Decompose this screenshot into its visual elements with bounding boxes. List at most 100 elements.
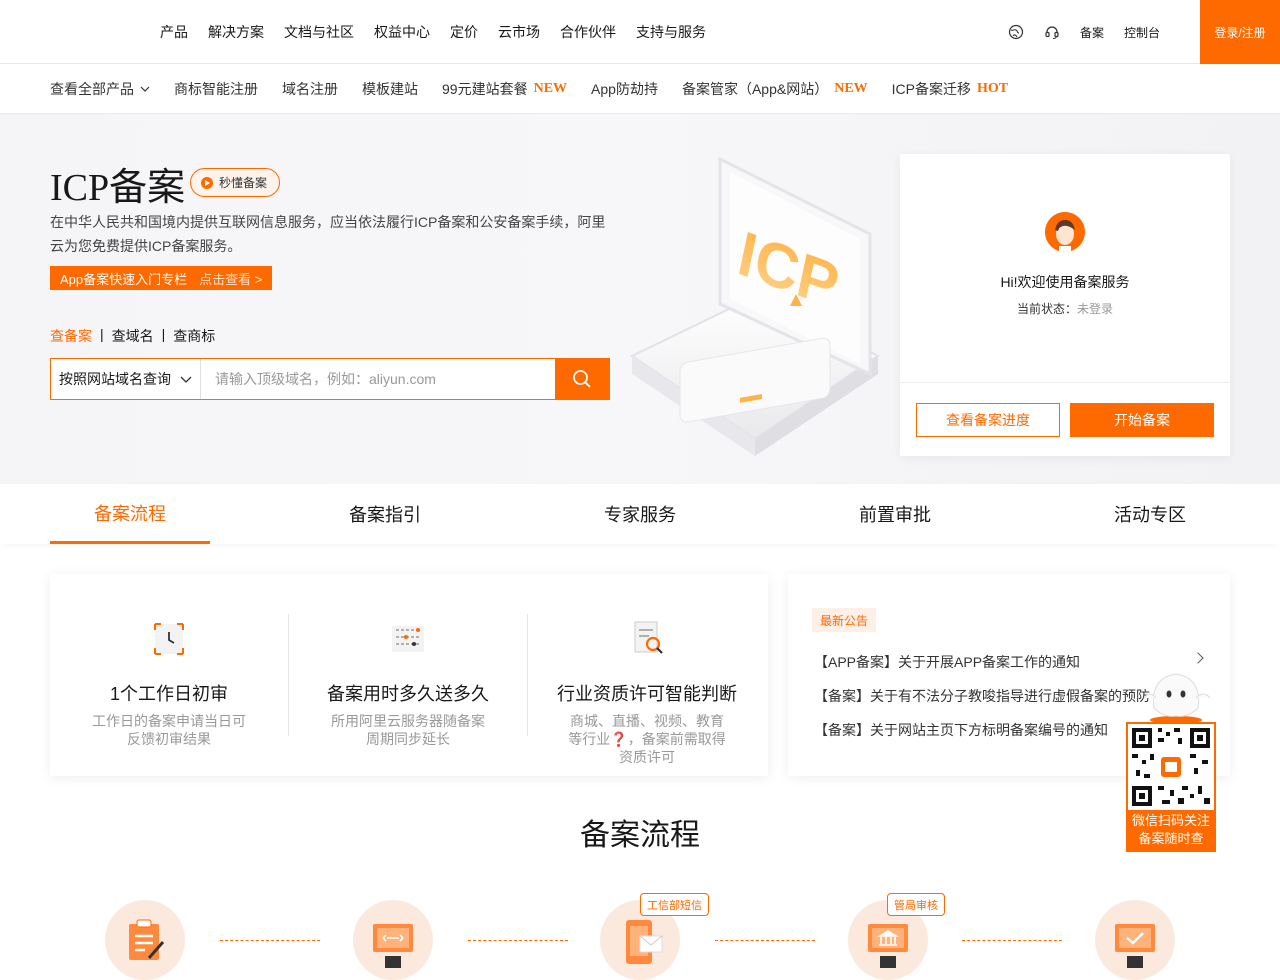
chevron-right-icon[interactable] <box>1192 652 1204 664</box>
subnav-app-antihijack[interactable]: App防劫持 <box>591 79 658 99</box>
notice-item[interactable]: 【备案】关于网站主页下方标明备案编号的通知 <box>814 720 1108 740</box>
step-icon <box>1095 900 1175 980</box>
main-menu: 产品 解决方案 文档与社区 权益中心 定价 云市场 合作伙伴 支持与服务 <box>160 0 726 64</box>
feature-desc: 所用阿里云服务器随备案周期同步延长 <box>331 713 485 747</box>
tab-process[interactable]: 备案流程 <box>50 484 210 544</box>
mascot-icon <box>1143 673 1211 724</box>
subnav-label: 备案管家（App&网站） <box>681 80 829 97</box>
app-filing-promo-link[interactable]: App备案快速入门专栏 点击查看 > <box>50 266 273 290</box>
query-type-select[interactable]: 按照网站域名查询 <box>51 359 201 399</box>
quick-intro-badge[interactable]: 秒懂备案 <box>190 168 281 197</box>
subnav-icp-migration[interactable]: ICP备案迁移 HOT <box>892 79 1008 99</box>
subnav-template-site[interactable]: 模板建站 <box>362 79 418 99</box>
subnav-domain[interactable]: 域名注册 <box>282 79 338 99</box>
avatar <box>1045 212 1085 252</box>
hot-tag: HOT <box>977 80 1009 96</box>
latest-notice-label: 最新公告 <box>812 608 877 632</box>
query-type-value: 按照网站域名查询 <box>59 371 171 387</box>
step-tag-sms: 工信部短信 <box>640 893 709 916</box>
promo-text: App备案快速入门专栏 <box>60 271 188 287</box>
welcome-text: Hi!欢迎使用备案服务 <box>1000 274 1130 290</box>
subnav-site-package[interactable]: 99元建站套餐 NEW <box>442 79 567 99</box>
feature-panel: 1个工作日初审 工作日的备案申请当日可反馈初审结果 备案用时多久送多久 所用阿里… <box>50 574 768 776</box>
top-right-links: 备案 控制台 <box>1008 0 1180 64</box>
subnav-filing-manager[interactable]: 备案管家（App&网站） NEW <box>682 79 868 99</box>
notice-item[interactable]: 【APP备案】关于开展APP备案工作的通知 <box>814 652 1080 672</box>
feature-item: 备案用时多久送多久 所用阿里云服务器随备案周期同步延长 <box>289 574 527 776</box>
step-connector <box>468 940 568 941</box>
check-monitor-icon <box>1115 924 1155 968</box>
subnav-label: 域名注册 <box>282 80 338 97</box>
hero-banner: ICP备案 秒懂备案 在中华人民共和国境内提供互联网信息服务，应当依法履行ICP… <box>0 114 1280 484</box>
tab-separator: | <box>161 326 166 342</box>
headset-icon[interactable] <box>1044 24 1060 40</box>
search-icon <box>573 370 591 388</box>
feature-title: 行业资质许可智能判断 <box>557 684 737 704</box>
query-tab-trademark[interactable]: 查商标 <box>173 326 215 346</box>
document-search-icon <box>634 621 663 654</box>
tab-preapproval[interactable]: 前置审批 <box>815 484 975 544</box>
subnav-label: 99元建站套餐 <box>442 80 528 97</box>
status-value: 未登录 <box>1077 302 1114 316</box>
step-tag-review: 管局审核 <box>887 893 945 916</box>
subnav-label: 模板建站 <box>362 80 418 97</box>
icp-filing-link[interactable]: 备案 <box>1080 24 1104 41</box>
console-link[interactable]: 控制台 <box>1124 24 1160 41</box>
page-title: ICP备案 <box>50 167 186 209</box>
subnav-label: App防劫持 <box>591 80 658 97</box>
start-filing-button[interactable]: 开始备案 <box>1070 403 1214 437</box>
menu-item-pricing[interactable]: 定价 <box>450 22 478 42</box>
feature-item: 1个工作日初审 工作日的备案申请当日可反馈初审结果 <box>50 574 288 776</box>
monitor-icon <box>373 924 413 968</box>
subnav-all-products[interactable]: 查看全部产品 <box>50 79 150 99</box>
clock-icon <box>154 623 184 655</box>
menu-item-support[interactable]: 支持与服务 <box>636 22 706 42</box>
subnav-trademark[interactable]: 商标智能注册 <box>174 79 258 99</box>
menu-item-marketplace[interactable]: 云市场 <box>498 22 540 42</box>
step-icon <box>353 900 433 980</box>
menu-item-solutions[interactable]: 解决方案 <box>208 22 264 42</box>
badge-label: 秒懂备案 <box>219 176 268 190</box>
new-tag: NEW <box>533 80 568 96</box>
tab-separator: | <box>100 326 104 342</box>
query-tab-domain[interactable]: 查域名 <box>112 326 154 346</box>
login-status: 当前状态：未登录 <box>900 300 1230 317</box>
login-register-button[interactable]: 登录/注册 <box>1200 0 1280 64</box>
menu-item-docs[interactable]: 文档与社区 <box>284 22 354 42</box>
query-tabs: 查备案 | 查域名 | 查商标 <box>50 326 223 346</box>
top-navigation: 产品 解决方案 文档与社区 权益中心 定价 云市场 合作伙伴 支持与服务 备案 … <box>0 0 1280 64</box>
subnav-label: 商标智能注册 <box>174 80 258 97</box>
feature-item: 行业资质许可智能判断 商城、直播、视频、教育等行业❓，备案前需取得资质许可 <box>528 574 766 776</box>
domain-search-input[interactable] <box>201 359 555 399</box>
step-connector <box>715 940 815 941</box>
process-section-title: 备案流程 <box>580 819 700 852</box>
step-icon <box>105 900 185 980</box>
tab-activity[interactable]: 活动专区 <box>1070 484 1230 544</box>
menu-item-partners[interactable]: 合作伙伴 <box>560 22 616 42</box>
icp-illustration: ICP <box>630 156 880 456</box>
tab-expert[interactable]: 专家服务 <box>560 484 720 544</box>
timeline-icon <box>392 626 424 652</box>
feature-title: 备案用时多久送多久 <box>327 684 489 704</box>
welcome-card: Hi!欢迎使用备案服务 当前状态：未登录 查看备案进度 开始备案 <box>900 154 1230 456</box>
feature-desc: 工作日的备案申请当日可反馈初审结果 <box>92 713 246 747</box>
chevron-down-icon <box>140 86 150 92</box>
globe-icon[interactable] <box>1008 24 1024 40</box>
tab-guide[interactable]: 备案指引 <box>305 484 465 544</box>
check-progress-button[interactable]: 查看备案进度 <box>916 403 1060 437</box>
section-tabs: 备案流程 备案指引 专家服务 前置审批 活动专区 <box>0 484 1280 544</box>
query-tab-filing[interactable]: 查备案 <box>50 326 92 346</box>
divider <box>900 382 1230 383</box>
user-avatar-icon <box>1045 212 1085 252</box>
promo-link: 点击查看 > <box>199 271 263 287</box>
step-connector <box>962 940 1062 941</box>
hero-description: 在中华人民共和国境内提供互联网信息服务，应当依法履行ICP备案和公安备案手续，阿… <box>50 214 606 254</box>
menu-item-products[interactable]: 产品 <box>160 22 188 42</box>
search-button[interactable] <box>555 359 609 399</box>
chevron-down-icon <box>180 376 192 383</box>
notice-item[interactable]: 【备案】关于有不法分子教唆指导进行虚假备案的预防 <box>814 686 1150 706</box>
sub-navigation: 查看全部产品 商标智能注册 域名注册 模板建站 99元建站套餐 NEW App防劫… <box>0 64 1280 114</box>
menu-item-benefits[interactable]: 权益中心 <box>374 22 430 42</box>
step-connector <box>220 940 320 941</box>
feature-title: 1个工作日初审 <box>109 684 228 704</box>
